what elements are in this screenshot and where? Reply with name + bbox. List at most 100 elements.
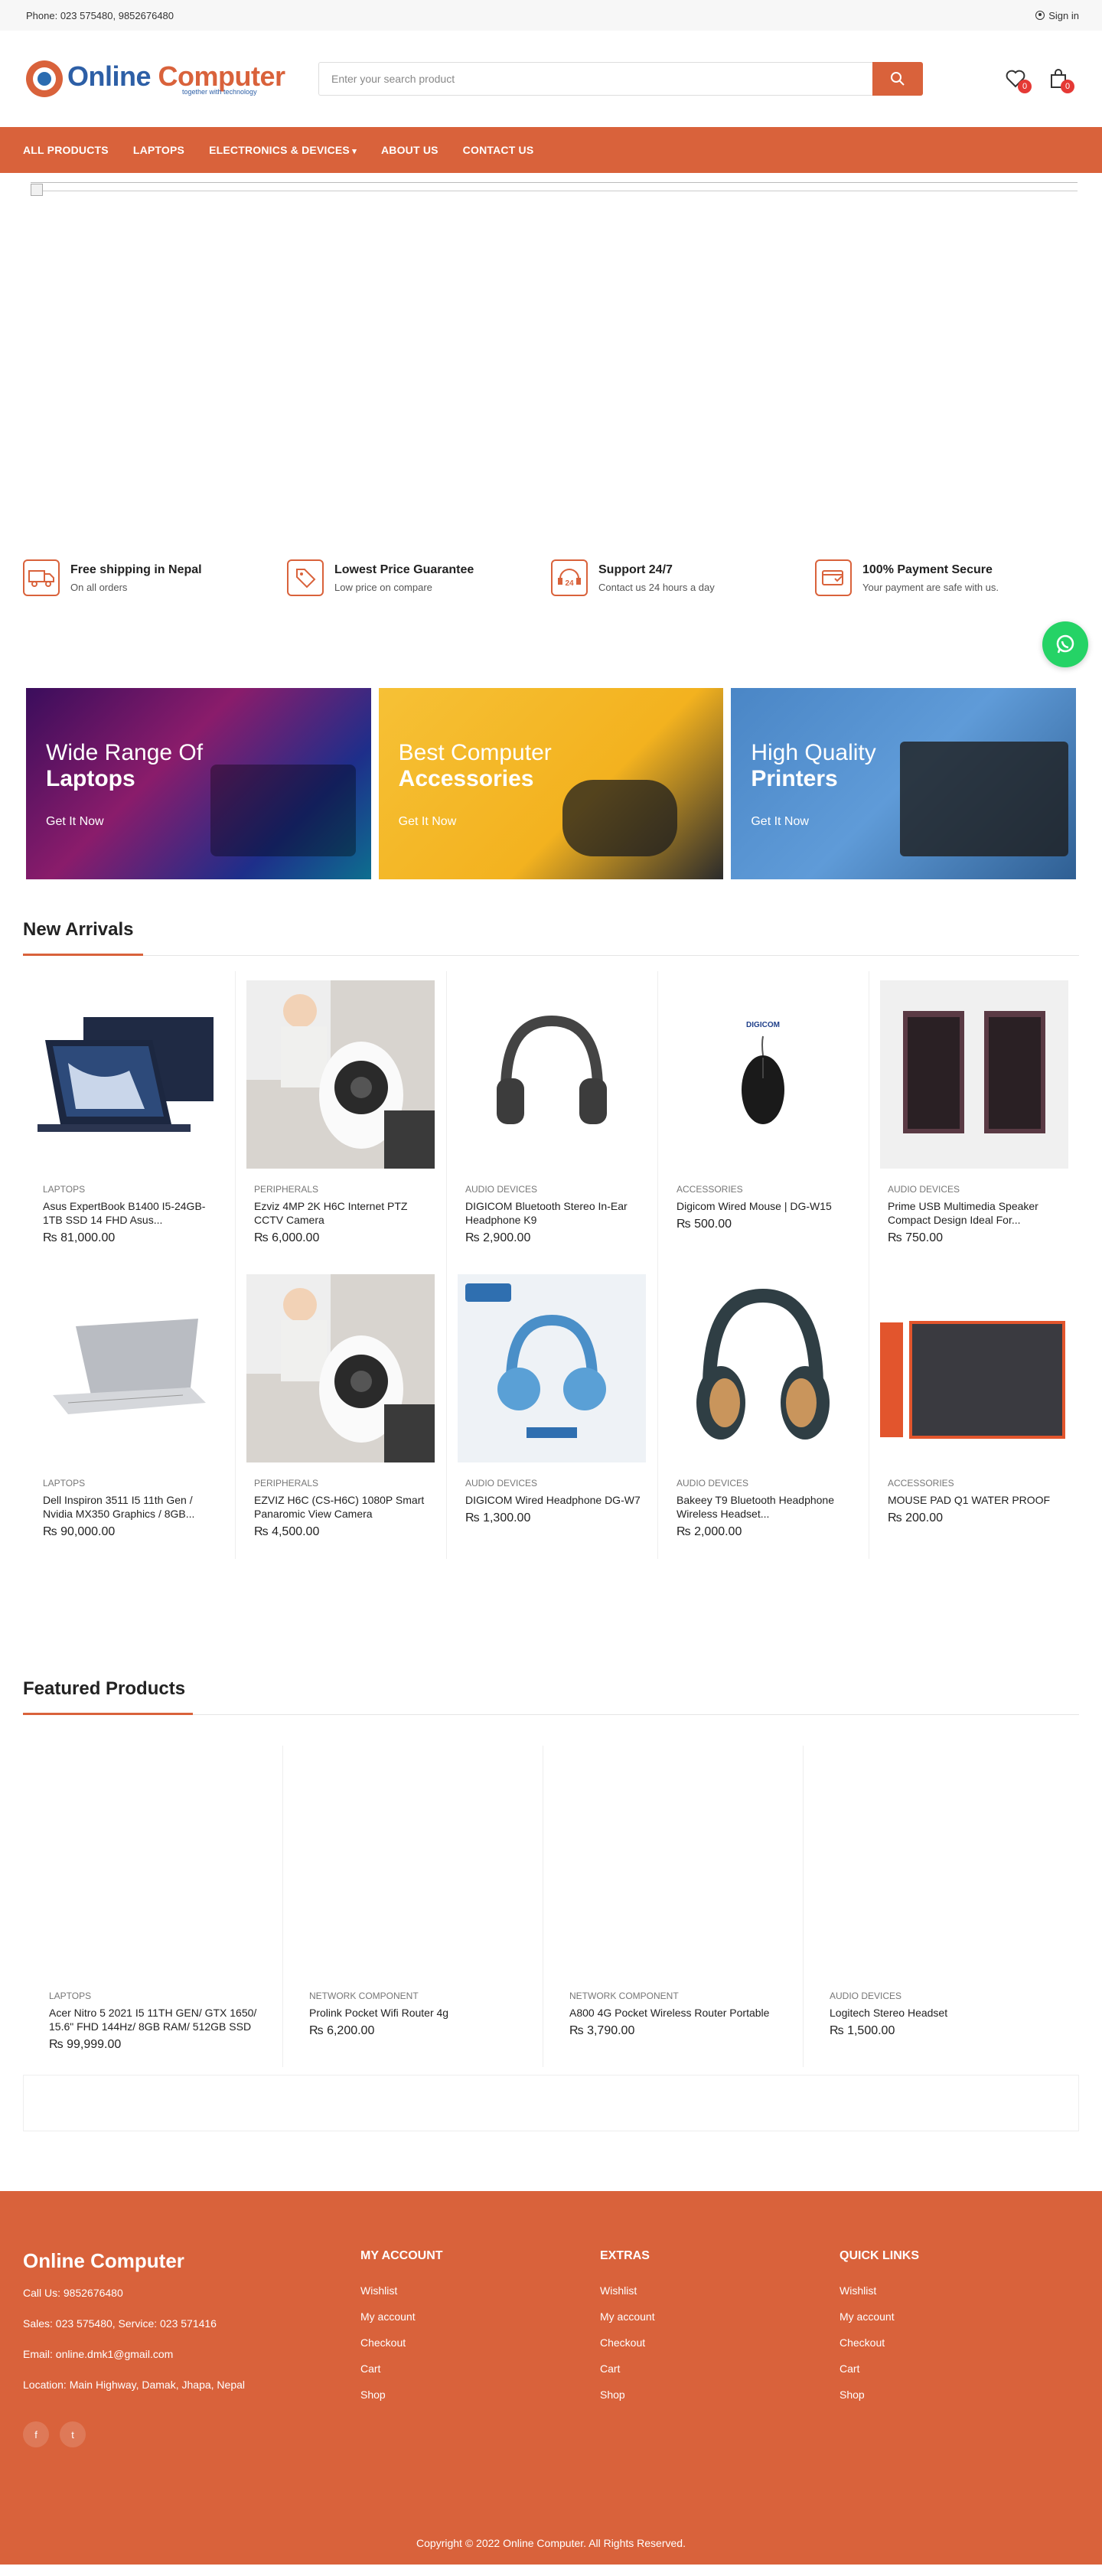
whatsapp-icon — [1056, 634, 1074, 654]
product-name[interactable]: Acer Nitro 5 2021 I5 11TH GEN/ GTX 1650/… — [41, 2006, 264, 2033]
product-image[interactable] — [246, 980, 435, 1169]
banner-cta[interactable]: Get It Now — [751, 815, 809, 829]
product-category[interactable]: NETWORK COMPONENT — [302, 1991, 524, 2001]
product-name[interactable]: Logitech Stereo Headset — [822, 2006, 1045, 2020]
product-name[interactable]: Ezviz 4MP 2K H6C Internet PTZ CCTV Camer… — [246, 1199, 435, 1227]
product-category[interactable]: LAPTOPS — [35, 1184, 224, 1195]
footer-link[interactable]: Cart — [840, 2362, 1079, 2375]
product-category[interactable]: NETWORK COMPONENT — [562, 1991, 784, 2001]
product-image[interactable]: DIGICOM — [669, 980, 857, 1169]
search-input[interactable] — [318, 62, 872, 96]
svg-text:24: 24 — [565, 579, 574, 588]
site-footer: Online Computer Call Us: 9852676480 Sale… — [0, 2191, 1102, 2565]
product-card[interactable]: PERIPHERALS Ezviz 4MP 2K H6C Internet PTZ… — [236, 971, 447, 1265]
product-category[interactable]: ACCESSORIES — [669, 1184, 858, 1195]
nav-contact-us[interactable]: CONTACT US — [463, 144, 534, 156]
promo-banner-laptops[interactable]: Wide Range Of Laptops Get It Now — [26, 688, 371, 879]
footer-link[interactable]: Cart — [360, 2362, 600, 2375]
product-name[interactable]: A800 4G Pocket Wireless Router Portable — [562, 2006, 784, 2020]
footer-link[interactable]: Cart — [600, 2362, 840, 2375]
footer-link[interactable]: My account — [360, 2310, 600, 2323]
product-card[interactable]: AUDIO DEVICES Bakeey T9 Bluetooth Headpho… — [658, 1265, 869, 1559]
product-category[interactable]: AUDIO DEVICES — [822, 1991, 1045, 2001]
nav-laptops[interactable]: LAPTOPS — [133, 144, 184, 156]
logo-tagline: together with technology — [182, 88, 257, 96]
product-image[interactable] — [669, 1274, 857, 1462]
nav-electronics-devices[interactable]: ELECTRONICS & DEVICES — [209, 144, 357, 156]
promo-banner-printers[interactable]: High Quality Printers Get It Now — [731, 688, 1077, 879]
product-card[interactable]: LAPTOPS Dell Inspiron 3511 I5 11th Gen / … — [24, 1265, 236, 1559]
product-category[interactable]: ACCESSORIES — [880, 1478, 1070, 1489]
footer-link[interactable]: Wishlist — [840, 2284, 1079, 2297]
wishlist-button[interactable]: 0 — [1004, 67, 1032, 93]
product-category[interactable]: LAPTOPS — [41, 1991, 264, 2001]
product-name[interactable]: DIGICOM Wired Headphone DG-W7 — [458, 1493, 647, 1507]
search-button[interactable] — [872, 62, 923, 96]
product-name[interactable]: MOUSE PAD Q1 WATER PROOF — [880, 1493, 1070, 1507]
featured-product-card[interactable]: NETWORK COMPONENT A800 4G Pocket Wireless… — [543, 1746, 804, 2067]
product-card[interactable]: AUDIO DEVICES Prime USB Multimedia Speake… — [869, 971, 1081, 1265]
twitter-icon[interactable]: t — [60, 2421, 86, 2447]
product-image[interactable] — [562, 1746, 784, 1991]
sign-in-link[interactable]: Sign in — [1035, 10, 1079, 21]
product-name[interactable]: Dell Inspiron 3511 I5 11th Gen / Nvidia … — [35, 1493, 224, 1521]
featured-product-card[interactable]: LAPTOPS Acer Nitro 5 2021 I5 11TH GEN/ GT… — [23, 1746, 283, 2067]
nav-about-us[interactable]: ABOUT US — [381, 144, 439, 156]
product-image[interactable] — [41, 1746, 264, 1991]
product-name[interactable]: Prolink Pocket Wifi Router 4g — [302, 2006, 524, 2020]
footer-link[interactable]: Wishlist — [360, 2284, 600, 2297]
promo-banner-accessories[interactable]: Best Computer Accessories Get It Now — [378, 688, 724, 879]
product-image[interactable] — [458, 980, 646, 1169]
footer-link[interactable]: My account — [600, 2310, 840, 2323]
footer-link[interactable]: Wishlist — [600, 2284, 840, 2297]
product-card[interactable]: LAPTOPS Asus ExpertBook B1400 I5-24GB-1TB… — [24, 971, 236, 1265]
product-category[interactable]: PERIPHERALS — [246, 1184, 435, 1195]
product-image[interactable] — [458, 1274, 646, 1462]
footer-link[interactable]: Checkout — [360, 2336, 600, 2349]
product-image[interactable] — [302, 1746, 524, 1991]
footer-link[interactable]: Shop — [840, 2389, 1079, 2401]
banner-cta[interactable]: Get It Now — [399, 815, 457, 829]
product-name[interactable]: Bakeey T9 Bluetooth Headphone Wireless H… — [669, 1493, 858, 1521]
footer-brand-name: Online Computer — [23, 2249, 184, 2272]
footer-link[interactable]: Checkout — [840, 2336, 1079, 2349]
cart-button[interactable]: 0 — [1047, 67, 1074, 93]
product-category[interactable]: AUDIO DEVICES — [458, 1184, 647, 1195]
product-image[interactable] — [880, 1274, 1068, 1462]
product-name[interactable]: Prime USB Multimedia Speaker Compact Des… — [880, 1199, 1070, 1227]
product-category[interactable]: PERIPHERALS — [246, 1478, 435, 1489]
product-category[interactable]: LAPTOPS — [35, 1478, 224, 1489]
product-image[interactable] — [880, 980, 1068, 1169]
product-image[interactable] — [822, 1746, 1045, 1991]
featured-product-card[interactable]: AUDIO DEVICES Logitech Stereo Headset ₨ 1,… — [804, 1746, 1064, 2067]
site-logo[interactable]: Online Computer together with technology — [26, 60, 294, 97]
banner-cta[interactable]: Get It Now — [46, 815, 104, 829]
product-name[interactable]: DIGICOM Bluetooth Stereo In-Ear Headphon… — [458, 1199, 647, 1227]
product-category[interactable]: AUDIO DEVICES — [669, 1478, 858, 1489]
product-category[interactable]: AUDIO DEVICES — [880, 1184, 1070, 1195]
featured-grid: LAPTOPS Acer Nitro 5 2021 I5 11TH GEN/ GT… — [23, 1715, 1079, 2067]
product-card[interactable]: DIGICOM ACCESSORIES Digicom Wired Mouse | … — [658, 971, 869, 1265]
featured-product-card[interactable]: NETWORK COMPONENT Prolink Pocket Wifi Rou… — [283, 1746, 543, 2067]
product-category[interactable]: AUDIO DEVICES — [458, 1478, 647, 1489]
product-name[interactable]: Asus ExpertBook B1400 I5-24GB-1TB SSD 14… — [35, 1199, 224, 1227]
footer-link[interactable]: Shop — [360, 2389, 600, 2401]
product-card[interactable]: ACCESSORIES MOUSE PAD Q1 WATER PROOF ₨ 200… — [869, 1265, 1081, 1559]
footer-link[interactable]: My account — [840, 2310, 1079, 2323]
product-card[interactable]: PERIPHERALS EZVIZ H6C (CS-H6C) 1080P Smar… — [236, 1265, 447, 1559]
product-card[interactable]: AUDIO DEVICES DIGICOM Bluetooth Stereo In… — [447, 971, 658, 1265]
product-image[interactable] — [35, 1274, 223, 1462]
product-image[interactable] — [246, 1274, 435, 1462]
product-image[interactable] — [35, 980, 223, 1169]
product-card[interactable]: AUDIO DEVICES DIGICOM Wired Headphone DG-… — [447, 1265, 658, 1559]
product-price: ₨ 6,000.00 — [254, 1231, 320, 1244]
product-name[interactable]: EZVIZ H6C (CS-H6C) 1080P Smart Panaromic… — [246, 1493, 435, 1521]
footer-link[interactable]: Checkout — [600, 2336, 840, 2349]
whatsapp-button[interactable] — [1042, 621, 1088, 667]
footer-link[interactable]: Shop — [600, 2389, 840, 2401]
nav-all-products[interactable]: ALL PRODUCTS — [23, 144, 109, 156]
facebook-icon[interactable]: f — [23, 2421, 49, 2447]
product-name[interactable]: Digicom Wired Mouse | DG-W15 — [669, 1199, 858, 1213]
main-nav: ALL PRODUCTS LAPTOPS ELECTRONICS & DEVIC… — [0, 127, 1102, 173]
hero-slider[interactable] — [0, 173, 1102, 559]
